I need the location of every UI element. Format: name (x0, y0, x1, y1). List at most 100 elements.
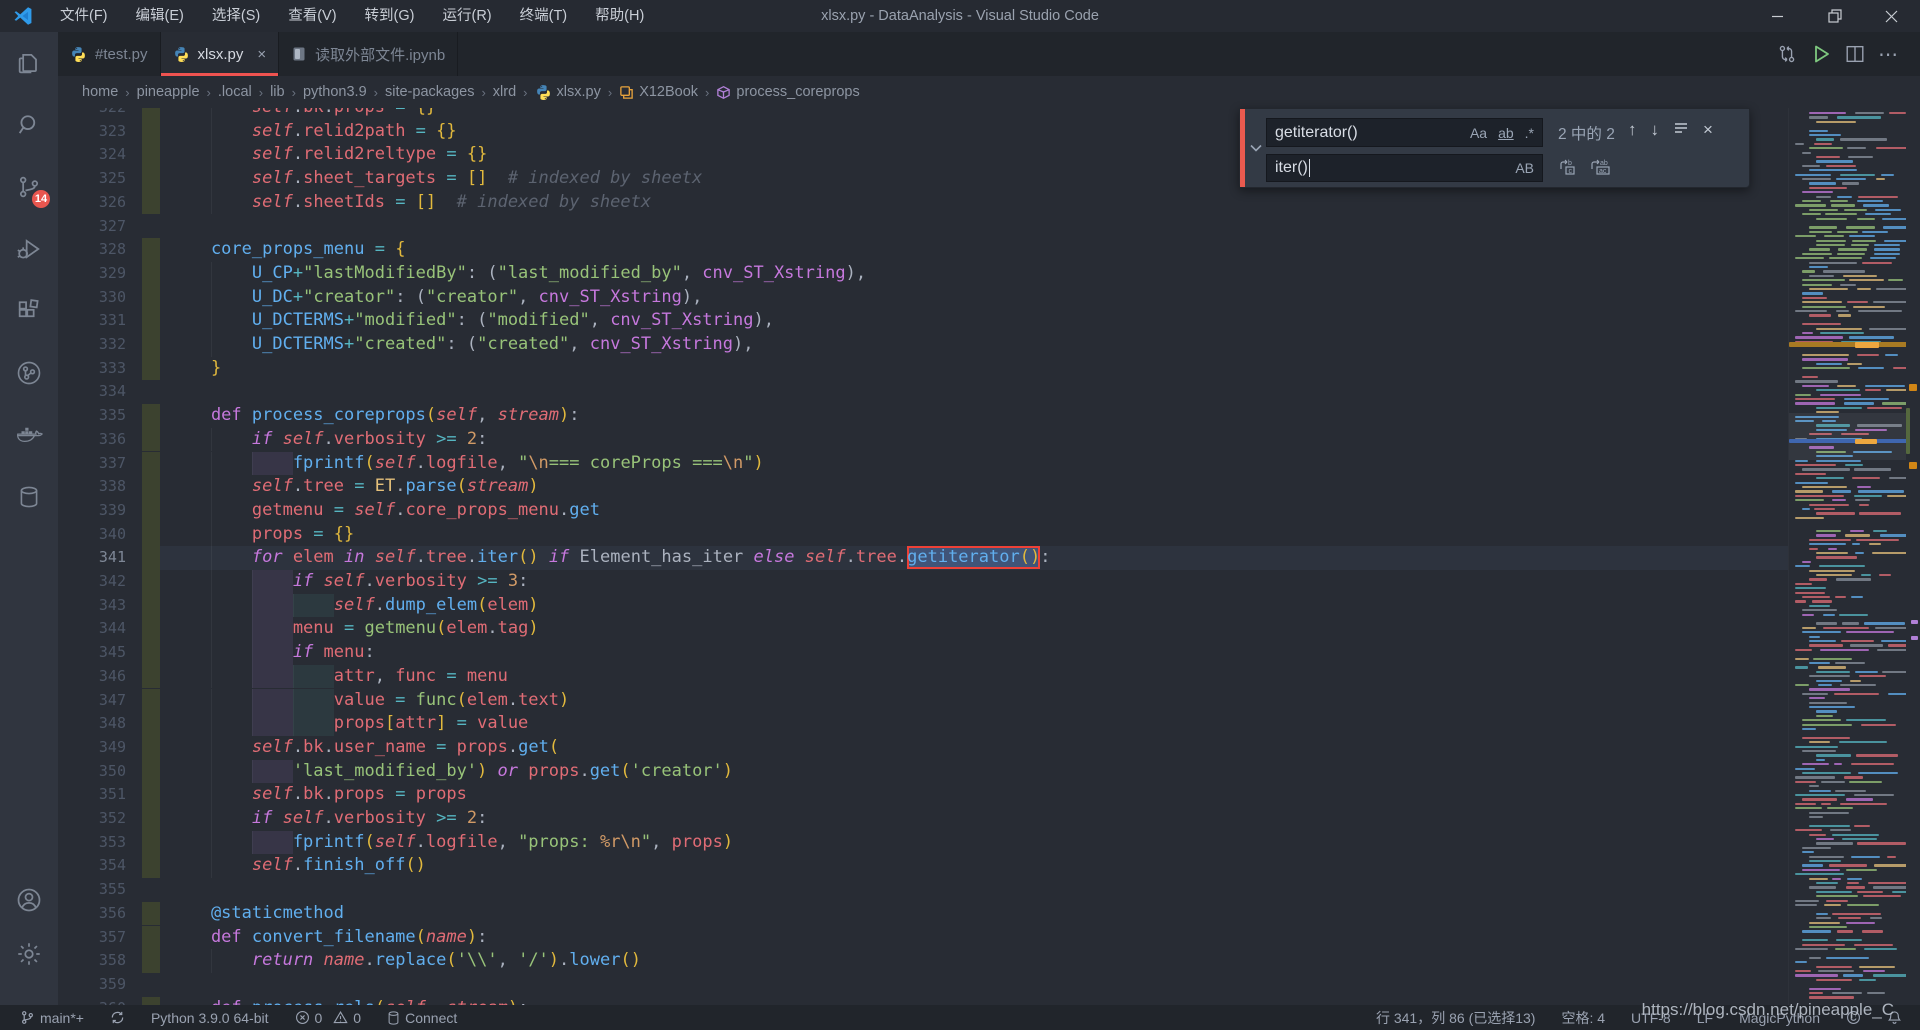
line-number[interactable]: 340 (58, 523, 126, 547)
language-mode-status[interactable]: MagicPython (1739, 1010, 1820, 1026)
problems-status[interactable]: 0 0 (295, 1010, 362, 1026)
line-number[interactable]: 356 (58, 902, 126, 926)
breadcrumb-item-.local[interactable]: .local (218, 84, 252, 100)
line-number[interactable]: 349 (58, 736, 126, 760)
explorer-icon[interactable] (0, 32, 58, 94)
line-number[interactable]: 329 (58, 262, 126, 286)
line-number[interactable]: 331 (58, 309, 126, 333)
tab-_.ipynb[interactable]: 读取外部文件.ipynb (279, 32, 458, 76)
menu-item-0[interactable]: 文件(F) (46, 0, 122, 32)
line-number[interactable]: 354 (58, 854, 126, 878)
menu-item-6[interactable]: 终端(T) (506, 0, 582, 32)
overview-ruler[interactable] (1906, 108, 1920, 1005)
find-input[interactable]: getiterator() Aa ab .* (1266, 118, 1543, 147)
line-number[interactable]: 360 (58, 997, 126, 1005)
close-tab-icon[interactable]: × (257, 46, 266, 63)
code-editor[interactable]: 322self.bk.props = {}323self.relid2path … (58, 108, 1920, 1005)
line-number[interactable]: 352 (58, 807, 126, 831)
line-number[interactable]: 342 (58, 570, 126, 594)
match-case-icon[interactable]: Aa (1470, 125, 1487, 141)
breadcrumb-item-python3.9[interactable]: python3.9 (303, 84, 367, 100)
search-icon[interactable] (0, 94, 58, 156)
run-debug-icon[interactable] (0, 218, 58, 280)
database-icon[interactable] (0, 466, 58, 528)
minimap[interactable] (1788, 108, 1907, 1005)
settings-gear-icon[interactable] (0, 931, 58, 977)
line-number[interactable]: 359 (58, 973, 126, 997)
breadcrumb-item-pineapple[interactable]: pineapple (137, 84, 200, 100)
line-number[interactable]: 350 (58, 760, 126, 784)
tab-xlsx.py[interactable]: xlsx.py× (161, 32, 280, 76)
git-branch-status[interactable]: main*+ (20, 1010, 84, 1026)
line-number[interactable]: 357 (58, 926, 126, 950)
line-number[interactable]: 328 (58, 238, 126, 262)
breadcrumb-item-lib[interactable]: lib (270, 84, 285, 100)
line-number[interactable]: 338 (58, 475, 126, 499)
cursor-position-status[interactable]: 行 341，列 86 (已选择13) (1376, 1008, 1536, 1028)
line-number[interactable]: 323 (58, 120, 126, 144)
line-number[interactable]: 343 (58, 594, 126, 618)
menu-item-3[interactable]: 查看(V) (274, 0, 350, 32)
source-control-icon[interactable]: 14 (0, 156, 58, 218)
breadcrumb-item-xlrd[interactable]: xlrd (493, 84, 516, 100)
line-number[interactable]: 337 (58, 452, 126, 476)
whole-word-icon[interactable]: ab (1498, 125, 1514, 141)
close-find-icon[interactable]: × (1703, 120, 1713, 140)
more-actions-icon[interactable]: ⋯ (1872, 37, 1906, 71)
line-number[interactable]: 330 (58, 286, 126, 310)
breadcrumb-item-home[interactable]: home (82, 84, 118, 100)
run-python-file-icon[interactable] (1804, 37, 1838, 71)
minimap-slider[interactable] (1789, 413, 1907, 460)
minimize-button[interactable] (1749, 0, 1806, 32)
line-number[interactable]: 332 (58, 333, 126, 357)
line-number[interactable]: 344 (58, 617, 126, 641)
encoding-status[interactable]: UTF-8 (1631, 1010, 1671, 1026)
line-number[interactable]: 353 (58, 831, 126, 855)
notifications-bell-icon[interactable] (1887, 1010, 1902, 1025)
line-number[interactable]: 334 (58, 380, 126, 404)
replace-one-icon[interactable]: bc (1558, 157, 1578, 177)
previous-match-icon[interactable]: ↑ (1628, 120, 1637, 140)
line-number[interactable]: 339 (58, 499, 126, 523)
breadcrumb-item-process_coreprops[interactable]: process_coreprops (716, 84, 859, 100)
line-number[interactable]: 346 (58, 665, 126, 689)
docker-icon[interactable] (0, 404, 58, 466)
line-number[interactable]: 326 (58, 191, 126, 215)
replace-all-icon[interactable]: abac (1590, 157, 1612, 177)
line-number[interactable]: 322 (58, 108, 126, 120)
git-graph-icon[interactable] (0, 342, 58, 404)
line-number[interactable]: 355 (58, 878, 126, 902)
account-icon[interactable] (0, 869, 58, 931)
restore-button[interactable] (1806, 0, 1863, 32)
open-changes-icon[interactable] (1770, 37, 1804, 71)
line-number[interactable]: 345 (58, 641, 126, 665)
menu-item-4[interactable]: 转到(G) (351, 0, 429, 32)
extensions-icon[interactable] (0, 280, 58, 342)
menu-item-5[interactable]: 运行(R) (428, 0, 505, 32)
line-number[interactable]: 348 (58, 712, 126, 736)
line-number[interactable]: 335 (58, 404, 126, 428)
line-number[interactable]: 358 (58, 949, 126, 973)
line-number[interactable]: 351 (58, 783, 126, 807)
toggle-replace-icon[interactable] (1249, 141, 1263, 155)
line-number[interactable]: 327 (58, 215, 126, 239)
breadcrumb-item-X12Book[interactable]: X12Book (619, 84, 698, 100)
breadcrumb-item-site_packages[interactable]: site-packages (385, 84, 474, 100)
line-number[interactable]: 347 (58, 689, 126, 713)
find-in-selection-icon[interactable] (1673, 120, 1689, 140)
next-match-icon[interactable]: ↓ (1651, 120, 1660, 140)
line-number[interactable]: 324 (58, 143, 126, 167)
menu-item-1[interactable]: 编辑(E) (122, 0, 198, 32)
sync-status[interactable] (110, 1010, 125, 1025)
python-interpreter-status[interactable]: Python 3.9.0 64-bit (151, 1010, 269, 1026)
close-window-button[interactable] (1863, 0, 1920, 32)
connect-status[interactable]: Connect (387, 1010, 457, 1026)
regex-icon[interactable]: .* (1525, 125, 1534, 141)
line-number[interactable]: 325 (58, 167, 126, 191)
breadcrumb-item-xlsx.py[interactable]: xlsx.py (535, 84, 601, 101)
line-number[interactable]: 341 (58, 546, 126, 570)
eol-status[interactable]: LF (1697, 1010, 1713, 1026)
preserve-case-icon[interactable]: AB (1515, 160, 1534, 176)
feedback-icon[interactable] (1846, 1010, 1861, 1025)
replace-input[interactable]: iter() AB (1266, 154, 1543, 182)
